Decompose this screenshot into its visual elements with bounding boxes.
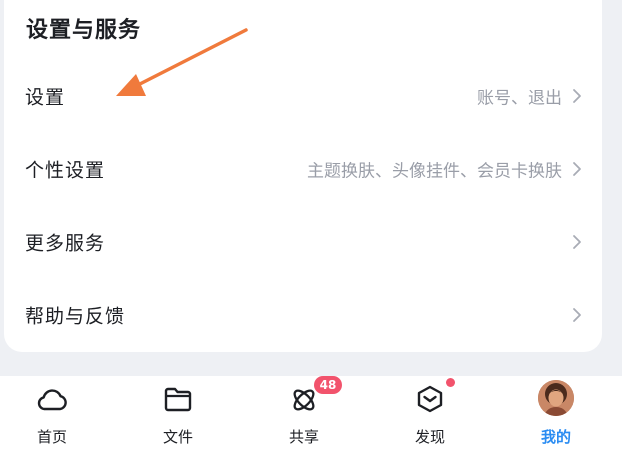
tab-label: 我的 — [540, 428, 571, 446]
tab-label: 发现 — [414, 428, 445, 446]
folder-icon — [164, 387, 192, 412]
notification-dot — [446, 378, 455, 387]
screen: 设置与服务 设置 账号、退出 个性设置 主题换肤、头像挂件、会员卡换肤 更多服务… — [0, 0, 622, 458]
row-settings[interactable]: 设置 账号、退出 — [4, 64, 602, 128]
tab-label: 首页 — [36, 428, 67, 446]
chevron-right-icon — [573, 89, 581, 103]
hexagon-icon — [417, 385, 443, 413]
row-help-feedback[interactable]: 帮助与反馈 — [4, 283, 602, 347]
tab-discover[interactable]: 发现 — [380, 376, 480, 458]
row-label: 更多服务 — [25, 232, 106, 255]
tab-share[interactable]: 48 共享 — [254, 376, 354, 458]
avatar-image — [538, 380, 574, 416]
row-hint: 主题换肤、头像挂件、会员卡换肤 — [307, 161, 562, 182]
tab-label: 文件 — [162, 428, 193, 446]
tab-home[interactable]: 首页 — [2, 376, 102, 458]
row-label: 个性设置 — [25, 159, 106, 182]
cloud-icon — [37, 389, 67, 411]
tab-files[interactable]: 文件 — [128, 376, 228, 458]
section-title: 设置与服务 — [26, 18, 142, 43]
chevron-right-icon — [573, 235, 581, 249]
chevron-right-icon — [573, 308, 581, 322]
row-more-services[interactable]: 更多服务 — [4, 210, 602, 274]
settings-services-card: 设置与服务 设置 账号、退出 个性设置 主题换肤、头像挂件、会员卡换肤 更多服务… — [4, 0, 602, 352]
row-label: 设置 — [25, 86, 66, 109]
row-label: 帮助与反馈 — [25, 305, 126, 328]
share-count-badge: 48 — [314, 376, 342, 394]
row-hint: 账号、退出 — [477, 88, 562, 109]
avatar — [538, 380, 574, 416]
bottom-tab-bar: 首页 文件 48 共享 发现 我的 — [0, 376, 622, 458]
row-personalization[interactable]: 个性设置 主题换肤、头像挂件、会员卡换肤 — [4, 137, 602, 201]
tab-label: 共享 — [288, 428, 319, 446]
tab-mine[interactable]: 我的 — [506, 376, 606, 458]
chevron-right-icon — [573, 162, 581, 176]
